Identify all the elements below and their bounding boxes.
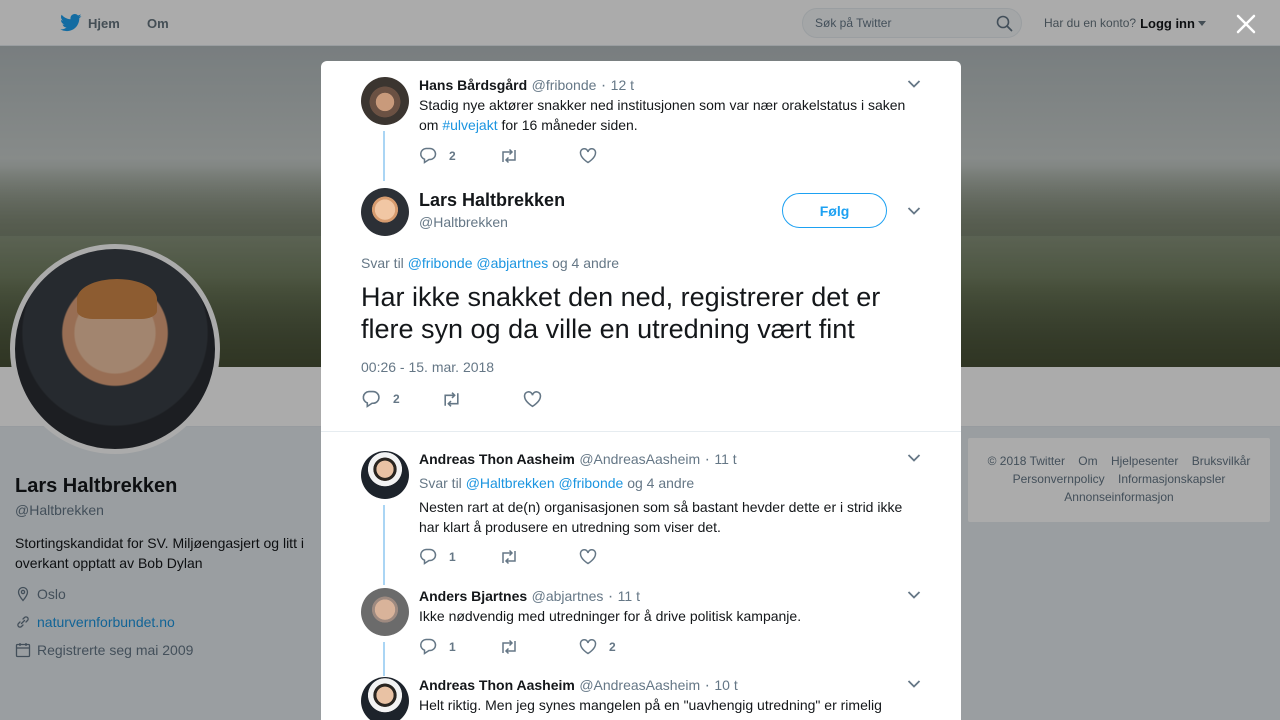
tweet-header: Anders Bjartnes @abjartnes · 11 t <box>419 588 640 606</box>
avatar[interactable] <box>361 77 409 125</box>
tweet-author-name[interactable]: Andreas Thon Aasheim <box>419 677 575 693</box>
tweet-author-handle[interactable]: @Haltbrekken <box>419 214 508 230</box>
mention-link[interactable]: @fribonde <box>559 475 624 491</box>
chevron-down-icon[interactable] <box>907 79 921 89</box>
reply-icon <box>362 390 380 408</box>
avatar[interactable] <box>361 188 409 236</box>
thread-line <box>383 642 385 676</box>
tweet-author-handle[interactable]: @abjartnes <box>532 588 604 604</box>
reply-count: 2 <box>393 392 400 406</box>
tweet-text: Stadig nye aktører snakker ned institusj… <box>419 95 909 135</box>
heart-icon <box>523 390 542 407</box>
tweet-time[interactable]: 10 t <box>714 677 737 693</box>
avatar[interactable] <box>361 451 409 499</box>
reply-button[interactable]: 1 <box>419 638 499 655</box>
retweet-button[interactable] <box>499 639 579 655</box>
tweet-actions: 1 2 <box>419 638 616 655</box>
reply-button[interactable]: 2 <box>361 390 441 408</box>
reply-icon <box>420 147 437 164</box>
close-icon[interactable] <box>1234 12 1258 36</box>
reply-context: Svar til @Haltbrekken @fribonde og 4 and… <box>419 475 694 491</box>
like-button[interactable] <box>579 548 597 565</box>
hashtag-link[interactable]: #ulvejakt <box>442 117 497 133</box>
thread-line <box>383 131 385 181</box>
tweet-timestamp[interactable]: 00:26 - 15. mar. 2018 <box>361 359 494 375</box>
tweet-text: Ikke nødvendig med utredninger for å dri… <box>419 608 802 624</box>
reply-count: 1 <box>449 549 456 564</box>
retweet-icon <box>444 391 459 407</box>
divider <box>321 422 961 432</box>
reply-icon <box>420 548 437 565</box>
tweet-author-name[interactable]: Hans Bårdsgård <box>419 77 527 93</box>
like-button[interactable] <box>579 147 597 164</box>
retweet-icon <box>502 549 516 564</box>
tweet-author-name[interactable]: Lars Haltbrekken <box>419 190 565 211</box>
reply-button[interactable]: 2 <box>419 147 499 164</box>
reply-count: 1 <box>449 639 456 654</box>
avatar[interactable] <box>361 588 409 636</box>
thread-line <box>383 505 385 585</box>
tweet-actions: 2 <box>361 390 542 408</box>
tweet-actions: 2 <box>419 147 597 164</box>
reply-button[interactable]: 1 <box>419 548 499 565</box>
reply-count: 2 <box>449 148 456 163</box>
avatar[interactable] <box>361 677 409 720</box>
separator-dot: · <box>607 588 614 605</box>
follow-button[interactable]: Følg <box>782 193 887 228</box>
tweet-text-part: for 16 måneder siden. <box>497 117 638 133</box>
mention-link[interactable]: @Haltbrekken <box>466 475 555 491</box>
reply-tweet[interactable]: Andreas Thon Aasheim @AndreasAasheim · 1… <box>361 451 921 569</box>
reply-tweet[interactable]: Andreas Thon Aasheim @AndreasAasheim · 1… <box>361 677 921 720</box>
chevron-down-icon[interactable] <box>907 590 921 600</box>
retweet-button[interactable] <box>499 148 579 164</box>
tweet-header: Hans Bårdsgård @fribonde · 12 t <box>419 77 634 95</box>
like-button[interactable]: 2 <box>579 638 616 655</box>
separator-dot: · <box>600 77 607 94</box>
tweet-time[interactable]: 11 t <box>714 451 736 467</box>
tweet-time[interactable]: 12 t <box>611 77 634 93</box>
separator-dot: · <box>704 677 710 694</box>
mention-link[interactable]: @abjartnes <box>476 255 548 271</box>
chevron-down-icon[interactable] <box>907 679 921 689</box>
tweet-header: Andreas Thon Aasheim @AndreasAasheim · 1… <box>419 677 738 695</box>
retweet-button[interactable] <box>499 549 579 565</box>
main-tweet-text: Har ikke snakket den ned, registrerer de… <box>361 282 881 344</box>
tweet-author-name[interactable]: Anders Bjartnes <box>419 588 527 604</box>
retweet-icon <box>502 148 516 163</box>
tweet-author-handle[interactable]: @fribonde <box>532 77 597 93</box>
retweet-icon <box>502 639 516 654</box>
reply-prefix: Svar til <box>361 255 404 271</box>
reply-tweet[interactable]: Anders Bjartnes @abjartnes · 11 t Ikke n… <box>361 588 921 672</box>
chevron-down-icon[interactable] <box>907 453 921 463</box>
heart-icon <box>579 147 597 163</box>
tweet-time[interactable]: 11 t <box>618 588 640 604</box>
tweet-text: Nesten rart at de(n) organisasjonen som … <box>419 499 903 535</box>
reply-context: Svar til @fribonde @abjartnes og 4 andre <box>361 255 619 271</box>
reply-icon <box>420 638 437 655</box>
tweet-author-name[interactable]: Andreas Thon Aasheim <box>419 451 575 467</box>
tweet-text: Helt riktig. Men jeg synes mangelen på e… <box>419 697 882 713</box>
like-count: 2 <box>609 639 616 654</box>
separator-dot: · <box>704 451 710 468</box>
tweet-author-handle[interactable]: @AndreasAasheim <box>579 677 700 693</box>
heart-icon <box>579 638 597 654</box>
like-button[interactable] <box>523 390 542 408</box>
reply-prefix: Svar til <box>419 475 462 491</box>
main-tweet: Lars Haltbrekken @Haltbrekken Følg Svar … <box>361 188 921 428</box>
tweet-header: Andreas Thon Aasheim @AndreasAasheim · 1… <box>419 451 737 469</box>
tweet-modal: Hans Bårdsgård @fribonde · 12 t Stadig n… <box>321 61 961 720</box>
retweet-button[interactable] <box>441 391 523 408</box>
tweet-actions: 1 <box>419 548 597 565</box>
reply-others[interactable]: og 4 andre <box>627 475 694 491</box>
chevron-down-icon[interactable] <box>907 206 921 216</box>
reply-others[interactable]: og 4 andre <box>552 255 619 271</box>
heart-icon <box>579 548 597 564</box>
mention-link[interactable]: @fribonde <box>408 255 473 271</box>
tweet-author-handle[interactable]: @AndreasAasheim <box>579 451 700 467</box>
